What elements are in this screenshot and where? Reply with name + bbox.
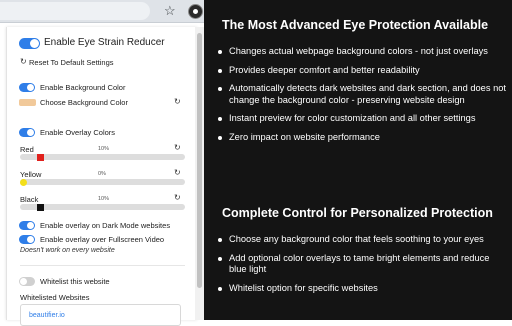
whitelist-entry[interactable]: beautifier.io (29, 312, 65, 319)
dark-mode-toggle[interactable] (19, 221, 35, 230)
whitelist-toggle-label: Whitelist this website (40, 277, 110, 286)
bookmark-star-icon[interactable]: ☆ (164, 3, 176, 19)
feature-item: Instant preview for color customization … (216, 113, 506, 125)
feature-item: Provides deeper comfort and better reada… (216, 65, 506, 77)
address-bar[interactable] (0, 2, 150, 20)
fullscreen-note: Doesn't work on every website (20, 247, 115, 254)
feature-item: Automatically detects dark websites and … (216, 83, 506, 106)
popup-scrollbar[interactable] (195, 27, 204, 320)
black-slider-value: 10% (98, 196, 110, 202)
scrollbar-thumb[interactable] (197, 33, 202, 288)
feature-item: Zero impact on website performance (216, 132, 506, 144)
black-slider[interactable] (20, 204, 185, 211)
main-toggle-label: Enable Eye Strain Reducer (44, 37, 165, 48)
main-toggle[interactable] (19, 38, 40, 49)
reset-color-icon[interactable]: ↻ (174, 97, 181, 106)
feature-panel: The Most Advanced Eye Protection Availab… (204, 0, 512, 320)
feature-item: Changes actual webpage background colors… (216, 46, 506, 58)
choose-background-label: Choose Background Color (40, 98, 128, 107)
control-item: Whitelist option for specific websites (216, 283, 506, 295)
red-slider-handle[interactable] (37, 154, 44, 161)
extension-icon[interactable] (188, 4, 203, 19)
red-slider-value: 10% (98, 146, 110, 152)
background-color-toggle[interactable] (19, 83, 35, 92)
red-slider-label: Red (20, 145, 34, 154)
fullscreen-video-toggle[interactable] (19, 235, 35, 244)
reset-black-icon[interactable]: ↻ (174, 193, 181, 202)
control-item: Add optional color overlays to tame brig… (216, 253, 506, 276)
whitelist-input[interactable]: beautifier.io (20, 304, 181, 326)
yellow-slider[interactable] (20, 179, 185, 186)
extension-popup: Enable Eye Strain Reducer ↻ Reset To Def… (6, 27, 197, 326)
divider (20, 265, 185, 266)
whitelisted-websites-heading: Whitelisted Websites (20, 293, 90, 302)
yellow-slider-value: 0% (98, 171, 106, 177)
feature-heading: The Most Advanced Eye Protection Availab… (222, 18, 489, 32)
yellow-slider-label: Yellow (20, 170, 42, 179)
whitelist-toggle[interactable] (19, 277, 35, 286)
overlay-colors-label: Enable Overlay Colors (40, 128, 116, 137)
control-item: Choose any background color that feels s… (216, 234, 506, 246)
reset-yellow-icon[interactable]: ↻ (174, 168, 181, 177)
control-list: Choose any background color that feels s… (216, 234, 506, 294)
red-slider[interactable] (20, 154, 185, 161)
feature-list: Changes actual webpage background colors… (216, 46, 506, 143)
black-slider-handle[interactable] (37, 204, 44, 211)
black-slider-label: Black (20, 195, 39, 204)
reset-icon[interactable]: ↻ (20, 57, 27, 66)
reset-red-icon[interactable]: ↻ (174, 143, 181, 152)
browser-toolbar: ☆ (0, 0, 205, 23)
background-color-swatch[interactable] (19, 99, 36, 106)
background-color-toggle-label: Enable Background Color (40, 83, 126, 92)
yellow-slider-handle[interactable] (20, 179, 27, 186)
control-heading: Complete Control for Personalized Protec… (222, 206, 493, 220)
dark-mode-label: Enable overlay on Dark Mode websites (40, 221, 171, 230)
overlay-colors-toggle[interactable] (19, 128, 35, 137)
reset-defaults-link[interactable]: Reset To Default Settings (29, 58, 114, 67)
fullscreen-video-label: Enable overlay over Fullscreen Video (40, 235, 165, 244)
